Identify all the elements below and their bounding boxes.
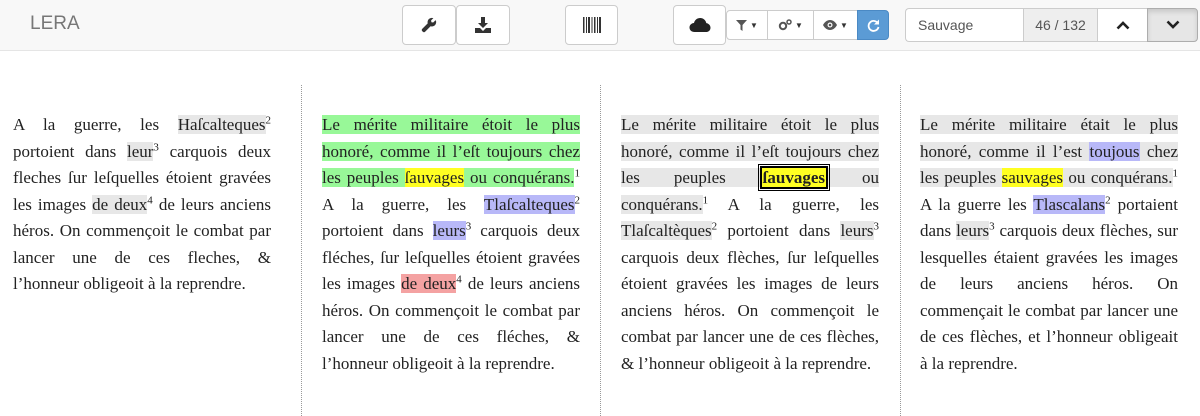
next-match-button[interactable] xyxy=(1147,8,1198,42)
highlighted-segment: leurs xyxy=(956,221,990,240)
toolbar: LERA ▼ ▼ ▼ Sauvage 46 / 132 xyxy=(0,0,1200,51)
highlighted-segment: ou conquérans. xyxy=(1063,168,1173,187)
text-column-3: Le mérite militaire étoit le plus honoré… xyxy=(621,112,879,377)
barcode-button[interactable] xyxy=(565,5,618,45)
filter-icon xyxy=(736,19,748,31)
footnote-marker: 1 xyxy=(1172,167,1179,180)
highlighted-segment: de deux xyxy=(401,274,457,293)
refresh-icon xyxy=(867,19,879,32)
highlighted-segment: sauvages xyxy=(1001,168,1064,187)
column-divider xyxy=(600,85,601,416)
options-dropdown[interactable]: ▼ xyxy=(767,10,814,40)
footnote-marker: 2 xyxy=(574,193,581,206)
previous-match-button[interactable] xyxy=(1097,8,1148,42)
highlighted-segment: de deux xyxy=(92,194,148,214)
text-segment: A la guerre, les xyxy=(708,194,879,214)
chevron-up-icon xyxy=(1116,21,1129,30)
cloud-button[interactable] xyxy=(673,5,726,45)
caret-down-icon: ▼ xyxy=(750,20,758,30)
column-divider xyxy=(301,85,302,416)
search-result-count: 46 / 132 xyxy=(1023,8,1098,42)
footnote-marker: 3 xyxy=(873,220,880,233)
view-dropdown[interactable]: ▼ xyxy=(813,10,858,40)
text-segment: carquois deux flèches, ſur leſquelles ét… xyxy=(621,247,879,373)
cloud-icon xyxy=(689,18,710,32)
text-column-2: Le mérite militaire étoit le plus honoré… xyxy=(322,112,580,377)
text-segment: portoient dans xyxy=(13,141,127,161)
highlighted-segment: Tlaſcalteques xyxy=(483,194,575,214)
text-column-4: Le mérite militaire était le plus honoré… xyxy=(920,112,1178,377)
cogs-icon xyxy=(778,19,792,31)
download-button[interactable] xyxy=(456,5,510,45)
highlighted-segment: ou conquérans. xyxy=(464,168,575,187)
app-brand: LERA xyxy=(30,13,80,34)
eye-icon xyxy=(823,20,838,30)
highlighted-segment: ſauvages xyxy=(404,168,465,187)
filter-dropdown[interactable]: ▼ xyxy=(726,10,768,40)
caret-down-icon: ▼ xyxy=(795,20,803,30)
refresh-button[interactable] xyxy=(857,10,889,40)
chevron-down-icon xyxy=(1166,20,1179,29)
download-icon xyxy=(475,17,491,33)
footnote-marker: 2 xyxy=(265,114,272,127)
text-segment: A la guerre, les xyxy=(322,194,484,214)
highlighted-segment: Tlascalans xyxy=(1033,194,1106,214)
text-segment: carquois deux flèches, sur lesquelles ét… xyxy=(920,221,1178,373)
text-segment: portoient dans xyxy=(322,221,433,240)
text-column-1: A la guerre, les Haſcalteques2 portoient… xyxy=(13,112,271,298)
highlighted-segment: toujous xyxy=(1089,141,1140,161)
highlighted-segment: Tlaſcaltèques xyxy=(621,221,712,240)
current-search-match: ſauvages xyxy=(757,164,831,191)
text-segment: A la guerre, les xyxy=(13,115,178,134)
column-divider xyxy=(900,85,901,416)
highlighted-segment: leurs xyxy=(432,221,466,240)
caret-down-icon: ▼ xyxy=(840,20,848,30)
search-input[interactable] xyxy=(905,8,1024,42)
footnote-marker: 1 xyxy=(574,167,580,180)
barcode-icon xyxy=(582,17,601,33)
highlighted-segment: leur xyxy=(126,141,154,161)
text-segment: portoient dans xyxy=(717,221,841,240)
text-segment: A la guerre les xyxy=(920,194,1034,214)
highlighted-segment: leurs xyxy=(840,221,874,240)
highlighted-segment: Haſcalteques xyxy=(177,115,266,134)
wrench-icon xyxy=(421,17,437,33)
settings-button[interactable] xyxy=(402,5,456,45)
